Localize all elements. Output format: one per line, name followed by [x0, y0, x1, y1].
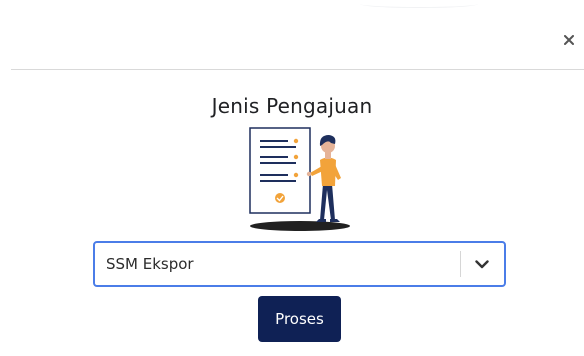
close-button[interactable]	[561, 31, 577, 49]
request-type-select[interactable]: SSM Ekspor	[93, 241, 506, 287]
submit-button[interactable]: Proses	[258, 296, 341, 342]
header-divider	[11, 69, 584, 70]
modal-title: Jenis Pengajuan	[211, 94, 373, 118]
document-person-illustration	[249, 127, 350, 231]
select-separator	[460, 251, 461, 277]
request-type-modal: Jenis Pengajuan SSM Ekspor Proses	[0, 0, 584, 356]
top-shadow	[360, 0, 478, 8]
selected-value: SSM Ekspor	[106, 255, 194, 273]
close-icon	[564, 35, 574, 45]
chevron-down-icon[interactable]	[472, 254, 492, 274]
